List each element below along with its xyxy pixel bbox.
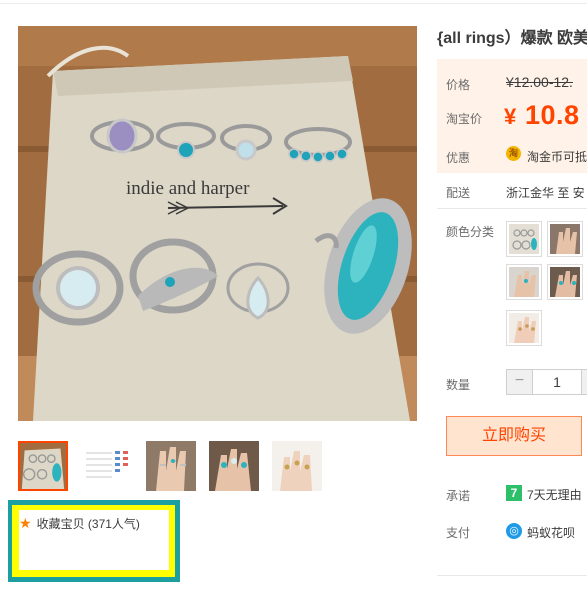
color-options-label: 颜色分类 <box>446 225 495 239</box>
star-icon: ★ <box>19 515 32 532</box>
top-divider <box>0 3 587 4</box>
option-thumbnail <box>509 224 539 254</box>
color-option-5[interactable] <box>506 310 542 346</box>
option-thumbnail <box>509 267 539 297</box>
currency-symbol: ¥ <box>504 104 517 129</box>
bottom-divider <box>437 575 587 576</box>
quantity-input[interactable]: 1 <box>532 369 582 395</box>
shipping-destination[interactable]: 浙江金华 至 安 <box>506 184 585 201</box>
thumbnail-5[interactable] <box>272 441 322 491</box>
thumbnail-3[interactable] <box>146 441 196 491</box>
thumbnail-hand-image <box>209 441 259 491</box>
buy-now-button[interactable]: 立即购买 <box>446 416 582 456</box>
current-price: 10.8 <box>525 100 580 130</box>
section-divider <box>437 208 587 209</box>
color-option-3[interactable] <box>506 264 542 300</box>
shipping-label: 配送 <box>446 186 471 200</box>
thumbnail-size-chart-image <box>82 441 132 491</box>
product-title: {all rings）爆款 欧美 <box>437 30 587 47</box>
main-product-image[interactable]: indie and harper <box>18 26 417 421</box>
thumbnail-hand-image <box>272 441 322 491</box>
promise-label: 承诺 <box>446 489 471 503</box>
quantity-label: 数量 <box>446 378 471 392</box>
original-price: ¥12.00-12. <box>506 74 573 90</box>
payment-method[interactable]: 蚂蚁花呗 <box>527 524 575 541</box>
thumbnail-rings-image <box>20 443 66 489</box>
quantity-decrease-button[interactable]: − <box>506 369 533 395</box>
thumbnail-2[interactable] <box>82 441 132 491</box>
payment-label: 支付 <box>446 526 471 540</box>
photo-caption-text: indie and harper <box>126 178 250 199</box>
huabei-icon: ◎ <box>506 523 522 539</box>
seven-day-return-icon: 7 <box>506 485 522 501</box>
rings-photo: indie and harper <box>18 26 417 421</box>
thumbnail-hand-image <box>146 441 196 491</box>
option-thumbnail <box>550 224 580 254</box>
option-thumbnail <box>509 313 539 343</box>
taobao-coin-icon: 淘 <box>506 146 521 161</box>
price-label: 价格 <box>446 78 471 92</box>
promise-text[interactable]: 7天无理由 <box>527 486 582 503</box>
quantity-increase-button[interactable] <box>581 369 587 395</box>
favorite-button[interactable]: ★ 收藏宝贝 (371人气) <box>19 515 140 532</box>
favorite-label: 收藏宝贝 (371人气) <box>36 517 140 531</box>
thumbnail-4[interactable] <box>209 441 259 491</box>
color-option-2[interactable] <box>547 221 583 257</box>
option-thumbnail <box>550 267 580 297</box>
color-option-1[interactable] <box>506 221 542 257</box>
color-option-4[interactable] <box>547 264 583 300</box>
taobao-price-label: 淘宝价 <box>446 112 483 126</box>
promo-text[interactable]: 淘金币可抵 <box>527 148 587 165</box>
thumbnail-1[interactable] <box>18 441 68 491</box>
promo-label: 优惠 <box>446 151 471 165</box>
